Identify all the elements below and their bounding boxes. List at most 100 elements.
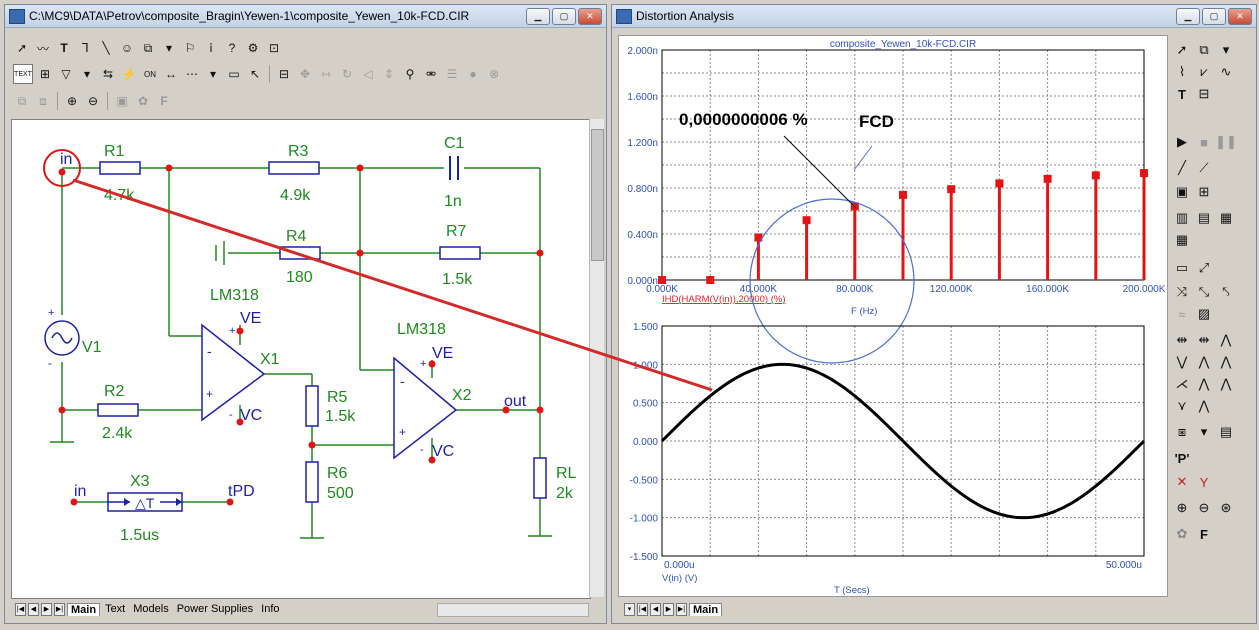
prev-tab-button[interactable]: ◀	[650, 602, 661, 616]
grid-icon[interactable]: ⊞	[1194, 183, 1214, 201]
rotate-icon[interactable]: ↻	[338, 65, 356, 83]
play-icon[interactable]: ▶	[1172, 133, 1192, 151]
text-display-button[interactable]: TEXT	[13, 64, 33, 84]
cancel-icon[interactable]: ⊗	[485, 65, 503, 83]
component-icon[interactable]: ⧉	[139, 39, 157, 57]
prev-tab-button[interactable]: ◀	[28, 602, 39, 616]
close-button[interactable]: ✕	[578, 8, 602, 25]
tab-text[interactable]: Text	[102, 603, 128, 615]
properties-icon[interactable]: ⊟	[275, 65, 293, 83]
select-arrow-icon[interactable]: ➚	[1172, 41, 1192, 59]
dropdown-arrow-icon[interactable]: ▾	[1194, 423, 1214, 441]
maximize-button[interactable]: ▢	[552, 8, 576, 25]
frame-icon[interactable]: ▣	[1172, 183, 1192, 201]
analysis-plot-area[interactable]: composite_Yewen_10k-FCD.CIR 0.000n 0.400n…	[618, 35, 1168, 597]
first-tab-button[interactable]: |◀	[637, 602, 648, 616]
flag-face-icon[interactable]: ☺	[118, 39, 136, 57]
high-cursor-icon[interactable]: ⋀	[1194, 353, 1214, 371]
smooth-icon[interactable]: ≈	[1172, 305, 1192, 323]
mode-icon[interactable]: ⧉	[1194, 41, 1214, 59]
next-tab-button[interactable]: ▶	[663, 602, 674, 616]
help-icon[interactable]: ?	[223, 39, 241, 57]
global-high-icon[interactable]: ⋀	[1216, 375, 1236, 393]
font-icon[interactable]: F	[1194, 525, 1214, 543]
tab-main[interactable]: Main	[689, 602, 723, 616]
resistor-r3[interactable]	[268, 161, 320, 175]
opamp-x1[interactable]	[201, 323, 266, 422]
orthogonal-wire-icon[interactable]: ᒣ	[76, 39, 94, 57]
pin-markers-icon[interactable]: ↔	[162, 65, 180, 83]
group-icon[interactable]: ⧉	[13, 92, 31, 110]
binoculars-icon[interactable]: ⚮	[422, 65, 440, 83]
x-axis-tag-icon[interactable]: ✕	[1172, 473, 1192, 491]
y-axis-tag-icon[interactable]: Y	[1194, 473, 1214, 491]
scale-icon[interactable]: ⩗	[1194, 63, 1214, 81]
next-tab-button[interactable]: ▶	[41, 602, 52, 616]
list-icon[interactable]: ▤	[1216, 423, 1236, 441]
ungroup-icon[interactable]: ⧈	[34, 92, 52, 110]
dropdown-button[interactable]: ▾	[624, 602, 635, 616]
wire-wave-icon[interactable]: 〰	[34, 39, 52, 57]
font-icon[interactable]: F	[155, 92, 173, 110]
single-plot-icon[interactable]: ▭	[1172, 259, 1192, 277]
select-arrow-icon[interactable]: ➚	[13, 39, 31, 57]
tab-main[interactable]: Main	[67, 602, 101, 616]
dropdown-arrow-icon[interactable]: ▾	[204, 65, 222, 83]
chart-box-icon[interactable]: ▨	[1194, 305, 1214, 323]
schematic-vertical-scrollbar[interactable]	[589, 119, 604, 597]
p-tag-icon[interactable]: 'P'	[1172, 449, 1192, 467]
zoom-out-icon[interactable]: ⊖	[1194, 499, 1214, 517]
tab-info[interactable]: Info	[258, 603, 282, 615]
resistor-r5[interactable]	[305, 385, 319, 427]
peak-icon[interactable]: ⤡	[1194, 283, 1214, 301]
cursor-icon[interactable]: ⤨	[1172, 283, 1192, 301]
list-icon[interactable]: ☰	[443, 65, 461, 83]
flip-y-icon[interactable]: ⇕	[380, 65, 398, 83]
columns-icon[interactable]: ▦	[1216, 209, 1236, 227]
info-icon[interactable]: ⅰ	[202, 39, 220, 57]
grid-icon[interactable]: ⋯	[183, 65, 201, 83]
cursor-icon[interactable]: ↖	[246, 65, 264, 83]
valley-cursor-icon[interactable]: ⋁	[1172, 353, 1192, 371]
flag-icon[interactable]: ⚐	[181, 39, 199, 57]
slope-cursor-icon[interactable]: ⋌	[1172, 375, 1192, 393]
right-cursor-icon[interactable]: ⇹	[1194, 331, 1214, 349]
border-icon[interactable]: ▭	[225, 65, 243, 83]
global-low-icon[interactable]: ⋎	[1172, 397, 1192, 415]
zoom-in-icon[interactable]: ⊕	[63, 92, 81, 110]
resistor-r7[interactable]	[439, 246, 481, 260]
table-icon[interactable]: ▦	[1172, 231, 1192, 249]
dropdown-arrow-icon[interactable]: ▾	[78, 65, 96, 83]
stop-icon[interactable]: ●	[464, 65, 482, 83]
diagonal-wire-icon[interactable]: ╲	[97, 39, 115, 57]
palette-icon[interactable]: ✿	[134, 92, 152, 110]
zoom-in-icon[interactable]: ⊕	[1172, 499, 1192, 517]
zoom-out-icon[interactable]: ⊖	[84, 92, 102, 110]
line-tool-icon[interactable]: ╱	[1172, 159, 1192, 177]
schematic-titlebar[interactable]: C:\MC9\DATA\Petrov\composite_Bragin\Yewe…	[5, 5, 606, 28]
record-icon[interactable]: ⊡	[265, 39, 283, 57]
schematic-horizontal-scrollbar[interactable]	[437, 603, 589, 617]
schematic-canvas[interactable]: + - - + + - - + + - △T R1 4.7k R3 4.9k C…	[11, 119, 591, 599]
mirror-icon[interactable]: ◁	[359, 65, 377, 83]
on-off-icon[interactable]: ON	[141, 65, 159, 83]
inflection-icon[interactable]: ⋀	[1194, 375, 1214, 393]
stop-icon[interactable]: ■	[1194, 133, 1214, 151]
low-cursor-icon[interactable]: ⋀	[1216, 353, 1236, 371]
last-tab-button[interactable]: ▶|	[54, 602, 65, 616]
dropdown-arrow-icon[interactable]: ▾	[1216, 41, 1236, 59]
stack-plots-icon[interactable]: ▥	[1172, 209, 1192, 227]
close-button[interactable]: ✕	[1228, 8, 1252, 25]
dropdown-arrow-icon[interactable]: ▾	[160, 39, 178, 57]
trend-icon[interactable]: ⤢	[1194, 259, 1214, 277]
pause-icon[interactable]: ❚❚	[1215, 133, 1237, 151]
analysis-titlebar[interactable]: Distortion Analysis ▁ ▢ ✕	[612, 5, 1256, 28]
palette-icon[interactable]: ✿	[1172, 525, 1192, 543]
grid-text-icon[interactable]: ▽	[57, 65, 75, 83]
flip-x-icon[interactable]: ⇿	[317, 65, 335, 83]
tab-models[interactable]: Models	[130, 603, 171, 615]
resistor-r4[interactable]	[279, 246, 321, 260]
valley-icon[interactable]: ⤣	[1216, 283, 1236, 301]
resistor-r6[interactable]	[305, 461, 319, 503]
resistor-r1[interactable]	[99, 161, 141, 175]
